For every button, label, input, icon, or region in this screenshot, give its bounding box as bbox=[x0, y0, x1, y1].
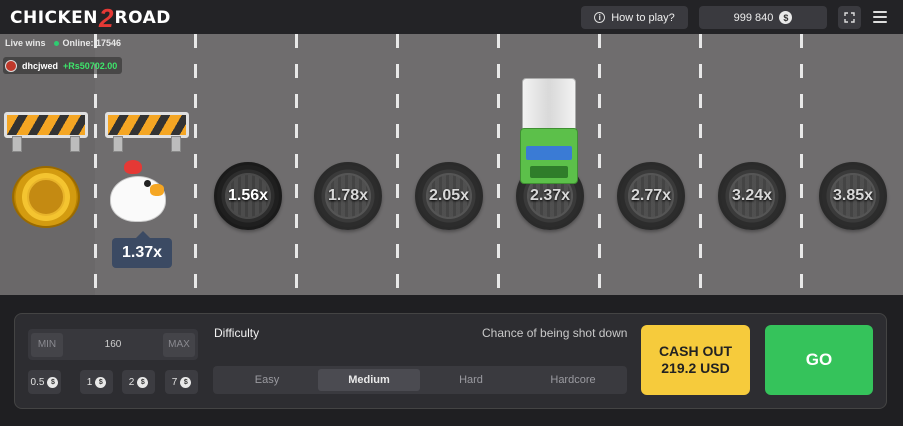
gold-coin-emblem bbox=[27, 178, 65, 216]
chicken-comb bbox=[124, 160, 142, 174]
menu-line bbox=[873, 21, 887, 23]
dollar-coin-icon: $ bbox=[137, 376, 149, 388]
barrier-leg bbox=[70, 136, 80, 152]
difficulty-medium[interactable]: Medium bbox=[318, 369, 420, 391]
balance-value: 999 840 bbox=[733, 11, 774, 24]
lane-divider bbox=[598, 34, 601, 295]
chip-value: 2 bbox=[128, 376, 135, 388]
cash-out-amount: 219.2 USD bbox=[661, 360, 730, 376]
truck-grill bbox=[530, 166, 568, 178]
chip-value: 7 bbox=[171, 376, 178, 388]
chip-value: 0.5 bbox=[30, 376, 45, 388]
logo-text-chicken: CHICKEN bbox=[10, 8, 99, 28]
logo-text-number: 2 bbox=[99, 3, 114, 33]
lane-manhole-7: 3.85x bbox=[819, 162, 887, 230]
lane-manhole-6: 3.24x bbox=[718, 162, 786, 230]
quick-bet-chip[interactable]: 2 $ bbox=[122, 370, 155, 394]
lane-multiplier: 2.05x bbox=[428, 187, 470, 204]
barrier-stripes bbox=[105, 112, 189, 138]
road-barrier bbox=[105, 112, 189, 152]
lane-multiplier: 2.37x bbox=[529, 187, 571, 204]
road-barrier bbox=[4, 112, 88, 152]
difficulty-selector: Easy Medium Hard Hardcore bbox=[213, 366, 627, 394]
balance-display: 999 840 $ bbox=[699, 6, 827, 29]
gold-coin-icon bbox=[12, 166, 80, 228]
bet-amount-input[interactable]: 160 bbox=[105, 339, 122, 350]
cash-out-button[interactable]: CASH OUT 219.2 USD bbox=[641, 325, 750, 395]
info-icon: i bbox=[594, 12, 606, 23]
lane-divider bbox=[295, 34, 298, 295]
lane-manhole-5: 2.77x bbox=[617, 162, 685, 230]
lane-multiplier: 1.78x bbox=[327, 187, 369, 204]
win-amount: +Rs50702.00 bbox=[63, 60, 118, 71]
dollar-coin-icon: $ bbox=[95, 376, 107, 388]
difficulty-label: Difficulty bbox=[214, 326, 260, 340]
online-dot-icon bbox=[53, 41, 59, 46]
difficulty-easy[interactable]: Easy bbox=[216, 369, 318, 391]
game-window: CHICKEN 2 ROAD i How to play? 999 840 $ bbox=[0, 0, 903, 426]
dollar-coin-icon: $ bbox=[779, 11, 793, 24]
chicken-icon bbox=[110, 160, 170, 224]
lane-divider bbox=[396, 34, 399, 295]
truck-cargo-box bbox=[522, 78, 576, 130]
menu-button[interactable] bbox=[872, 9, 888, 25]
barrier-stripes bbox=[4, 112, 88, 138]
fullscreen-icon bbox=[844, 12, 855, 23]
how-to-play-button[interactable]: i How to play? bbox=[581, 6, 688, 29]
chicken-beak bbox=[150, 184, 164, 196]
menu-line bbox=[873, 11, 887, 13]
logo-text-road: ROAD bbox=[114, 8, 171, 28]
control-panel bbox=[14, 313, 887, 409]
dollar-coin-icon: $ bbox=[47, 376, 59, 388]
live-wins-bar: Live wins Online: 17546 bbox=[5, 38, 121, 48]
dollar-coin-icon: $ bbox=[180, 376, 192, 388]
quick-bet-chip[interactable]: 7 $ bbox=[165, 370, 198, 394]
chance-label: Chance of being shot down bbox=[482, 326, 628, 340]
lane-divider bbox=[699, 34, 702, 295]
how-to-play-label: How to play? bbox=[611, 11, 675, 24]
win-username: dhcjwed bbox=[22, 60, 59, 71]
min-bet-button[interactable]: MIN bbox=[31, 332, 63, 357]
lane-multiplier: 3.24x bbox=[731, 187, 773, 204]
truck-icon bbox=[518, 78, 580, 188]
lane-manhole-1[interactable]: 1.56x bbox=[214, 162, 282, 230]
avatar bbox=[5, 59, 17, 72]
barrier-leg bbox=[171, 136, 181, 152]
online-count-text: Online: 17546 bbox=[62, 38, 122, 48]
max-bet-button[interactable]: MAX bbox=[163, 332, 195, 357]
live-wins-label: Live wins bbox=[5, 38, 46, 48]
top-bar: CHICKEN 2 ROAD i How to play? 999 840 $ bbox=[0, 0, 903, 34]
lane-manhole-2: 1.78x bbox=[314, 162, 382, 230]
go-button[interactable]: GO bbox=[765, 325, 873, 395]
barrier-leg bbox=[12, 136, 22, 152]
live-win-entry: dhcjwed +Rs50702.00 bbox=[3, 57, 123, 74]
quick-bet-chip[interactable]: 0.5 $ bbox=[28, 370, 61, 394]
lane-divider bbox=[800, 34, 803, 295]
bet-amount-control: MIN 160 MAX bbox=[28, 329, 198, 360]
lane-multiplier: 1.56x bbox=[227, 187, 269, 204]
cash-out-label: CASH OUT bbox=[658, 343, 733, 359]
chicken-body bbox=[110, 176, 166, 222]
lane-multiplier: 2.77x bbox=[630, 187, 672, 204]
current-multiplier-tag: 1.37x bbox=[112, 231, 172, 268]
lane-divider bbox=[194, 34, 197, 295]
chip-value: 1 bbox=[86, 376, 93, 388]
fullscreen-button[interactable] bbox=[838, 6, 861, 29]
lane-divider bbox=[497, 34, 500, 295]
lane-manhole-3: 2.05x bbox=[415, 162, 483, 230]
difficulty-hard[interactable]: Hard bbox=[420, 369, 522, 391]
truck-windshield bbox=[526, 146, 572, 160]
quick-bet-chip[interactable]: 1 $ bbox=[80, 370, 113, 394]
barrier-leg bbox=[113, 136, 123, 152]
game-logo: CHICKEN 2 ROAD bbox=[10, 5, 171, 31]
online-count: Online: 17546 bbox=[53, 38, 122, 48]
menu-line bbox=[873, 16, 887, 18]
lane-multiplier: 3.85x bbox=[832, 187, 874, 204]
difficulty-hardcore[interactable]: Hardcore bbox=[522, 369, 624, 391]
